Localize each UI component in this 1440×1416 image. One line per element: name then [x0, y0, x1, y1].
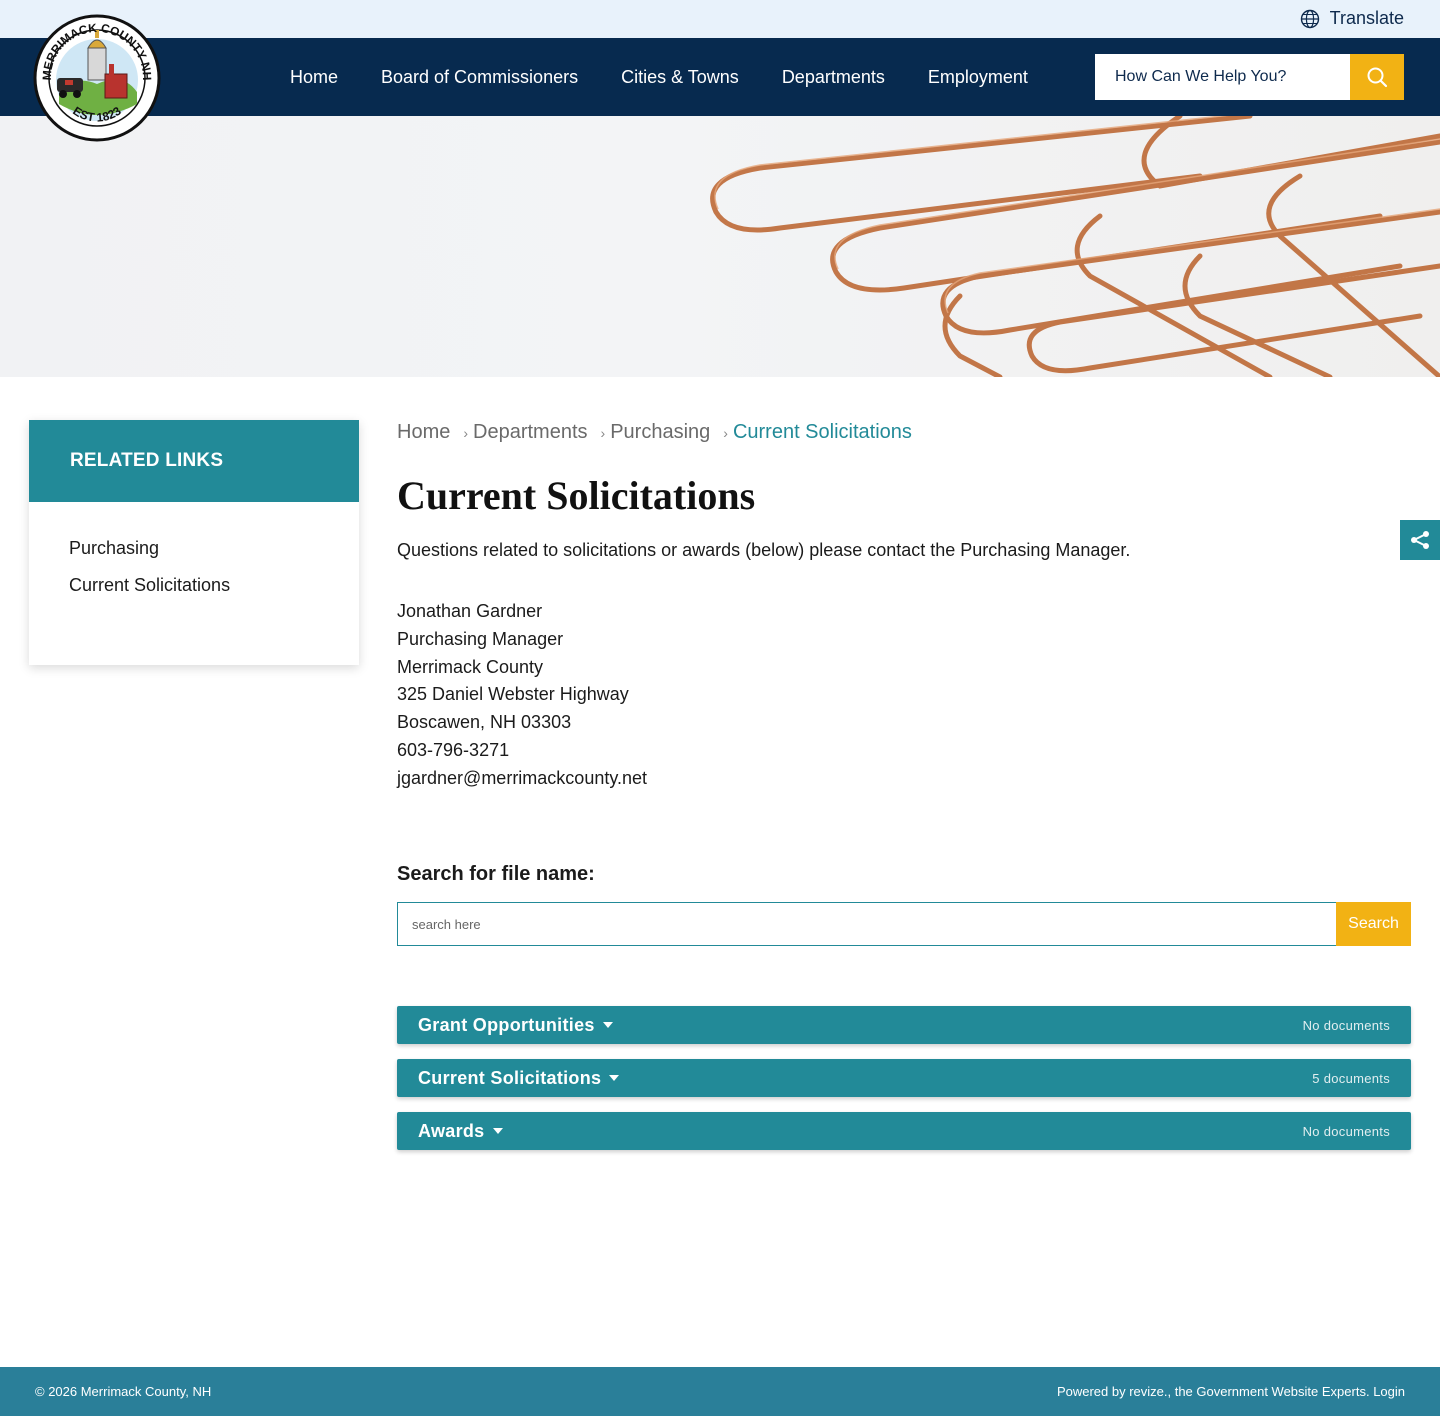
search-icon	[1367, 67, 1388, 88]
folder-current-solicitations[interactable]: Current Solicitations 5 documents	[397, 1059, 1411, 1097]
main-nav: Home Board of Commissioners Cities & Tow…	[290, 38, 1071, 116]
sidebar-item-current-solicitations[interactable]: Current Solicitations	[69, 575, 359, 596]
contact-block: Jonathan Gardner Purchasing Manager Merr…	[397, 598, 647, 793]
contact-phone: 603-796-3271	[397, 739, 510, 760]
folder-grant-opportunities[interactable]: Grant Opportunities No documents	[397, 1006, 1411, 1044]
globe-icon	[1300, 9, 1319, 28]
breadcrumb-departments[interactable]: Departments	[473, 421, 588, 444]
related-links-panel: RELATED LINKS Purchasing Current Solicit…	[29, 420, 359, 665]
caret-down-icon	[609, 1075, 620, 1081]
translate-label: Translate	[1329, 8, 1404, 28]
breadcrumb-separator-icon: ›	[600, 424, 606, 441]
sidebar-item-purchasing[interactable]: Purchasing	[69, 538, 359, 559]
breadcrumb-home[interactable]: Home	[397, 421, 450, 444]
site-search-input[interactable]	[1095, 54, 1350, 100]
contact-city: Boscawen, NH 03303	[397, 712, 572, 733]
footer-login-link[interactable]: Login	[1373, 1384, 1405, 1399]
related-links-heading: RELATED LINKS	[29, 420, 359, 502]
page-title: Current Solicitations	[397, 473, 756, 518]
nav-cities-towns[interactable]: Cities & Towns	[621, 67, 739, 88]
file-search: Search	[397, 902, 1411, 946]
county-seal-logo[interactable]: MERRIMACK COUNTY NH EST 1823	[33, 14, 161, 142]
file-search-input[interactable]	[397, 902, 1336, 946]
footer-copyright: © 2026 Merrimack County, NH	[35, 1384, 212, 1399]
breadcrumb-separator-icon: ›	[463, 424, 469, 441]
footer: © 2026 Merrimack County, NH Powered by r…	[0, 1367, 1440, 1416]
footer-right: Powered by revize., the Government Websi…	[1057, 1384, 1405, 1399]
related-links-list: Purchasing Current Solicitations	[29, 502, 359, 596]
footer-powered-by-link[interactable]: Powered by revize., the Government Websi…	[1057, 1384, 1370, 1399]
share-icon	[1411, 531, 1429, 549]
contact-street: 325 Daniel Webster Highway	[397, 684, 629, 705]
folder-name: Current Solicitations	[418, 1067, 602, 1088]
site-search-button[interactable]	[1350, 54, 1404, 100]
main-navigation-bar: Home Board of Commissioners Cities & Tow…	[0, 38, 1440, 116]
breadcrumb-separator-icon: ›	[723, 424, 728, 441]
contact-name: Jonathan Gardner	[397, 601, 543, 621]
breadcrumb: Home › Departments › Purchasing › Curren…	[397, 421, 912, 444]
translate-button[interactable]: Translate	[1300, 8, 1404, 29]
folder-document-count: No documents	[1302, 1123, 1390, 1139]
breadcrumb-current: Current Solicitations	[732, 421, 912, 443]
top-utility-bar: Translate	[0, 0, 1440, 38]
folder-awards[interactable]: Awards No documents	[397, 1112, 1411, 1150]
nav-employment[interactable]: Employment	[928, 67, 1028, 88]
folder-document-count: No documents	[1302, 1017, 1390, 1033]
file-search-button[interactable]: Search	[1336, 902, 1411, 946]
hero-banner	[0, 116, 1440, 377]
folder-name: Awards	[418, 1120, 485, 1141]
contact-organization: Merrimack County	[397, 656, 544, 677]
nav-departments[interactable]: Departments	[782, 67, 885, 88]
contact-email[interactable]: jgardner@merrimackcounty.net	[397, 765, 647, 793]
caret-down-icon	[602, 1022, 613, 1028]
nav-board-of-commissioners[interactable]: Board of Commissioners	[381, 67, 578, 88]
folder-document-count: 5 documents	[1312, 1070, 1390, 1086]
intro-text: Questions related to solicitations or aw…	[397, 540, 1131, 560]
site-search	[1095, 54, 1404, 100]
breadcrumb-purchasing[interactable]: Purchasing	[610, 421, 710, 444]
caret-down-icon	[492, 1128, 503, 1134]
contact-title: Purchasing Manager	[397, 628, 564, 649]
paperclips-image	[710, 116, 1440, 377]
share-button[interactable]	[1400, 520, 1440, 560]
nav-home[interactable]: Home	[290, 67, 338, 88]
folder-name: Grant Opportunities	[418, 1014, 595, 1035]
file-search-label: Search for file name:	[397, 863, 595, 885]
